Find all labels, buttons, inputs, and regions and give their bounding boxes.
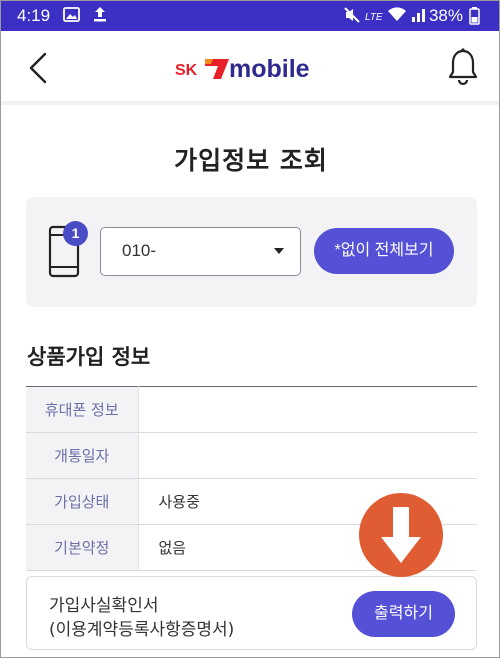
certificate-title: 가입사실확인서 bbox=[49, 596, 159, 616]
app-header: SK mobile bbox=[1, 31, 499, 105]
upload-icon bbox=[92, 6, 108, 27]
battery-icon bbox=[469, 7, 480, 29]
page-title: 가입정보 조회 bbox=[174, 146, 328, 175]
table-row: 개통일자 bbox=[26, 432, 477, 479]
row-label: 기본약정 bbox=[26, 524, 139, 571]
row-value bbox=[138, 432, 477, 479]
bell-icon[interactable] bbox=[445, 47, 481, 87]
sk-7mobile-logo: SK mobile bbox=[175, 53, 335, 83]
signal-icon bbox=[411, 6, 429, 27]
table-row: 휴대폰 정보 bbox=[26, 386, 477, 433]
battery-percent: 38% bbox=[428, 6, 463, 25]
wifi-icon bbox=[387, 6, 407, 27]
svg-text:LTE: LTE bbox=[365, 12, 383, 23]
line-count-badge: 1 bbox=[63, 221, 88, 246]
phone-number-select[interactable]: 010- bbox=[100, 227, 301, 276]
logo-mobile-text: mobile bbox=[229, 55, 310, 83]
number-lookup-panel: 1 010- *없이 전체보기 bbox=[26, 197, 477, 307]
certificate-subtitle: (이용계약등록사항증명서) bbox=[49, 620, 235, 640]
logo-sk-text: SK bbox=[175, 62, 198, 79]
status-time: 4:19 bbox=[17, 6, 51, 25]
row-value bbox=[138, 386, 477, 433]
section-title: 상품가입 정보 bbox=[27, 345, 151, 369]
row-label: 휴대폰 정보 bbox=[26, 386, 139, 433]
view-all-button[interactable]: *없이 전체보기 bbox=[314, 228, 454, 274]
row-label: 가입상태 bbox=[26, 478, 139, 525]
down-arrow-icon bbox=[359, 493, 443, 577]
dropdown-caret-icon bbox=[274, 248, 284, 254]
image-icon bbox=[63, 6, 80, 27]
certificate-card: 가입사실확인서 (이용계약등록사항증명서) 출력하기 bbox=[26, 576, 477, 650]
mute-icon bbox=[343, 6, 361, 28]
back-icon[interactable] bbox=[25, 51, 53, 85]
lte-icon: LTE bbox=[365, 9, 387, 26]
status-bar: 4:19 LTE 38% bbox=[1, 1, 499, 31]
row-label: 개통일자 bbox=[26, 432, 139, 479]
print-button[interactable]: 출력하기 bbox=[352, 591, 455, 637]
selected-number: 010- bbox=[122, 241, 157, 260]
app-screen: 4:19 LTE 38% SK mobile 가입정보 조회 1 010- *없… bbox=[0, 0, 500, 658]
